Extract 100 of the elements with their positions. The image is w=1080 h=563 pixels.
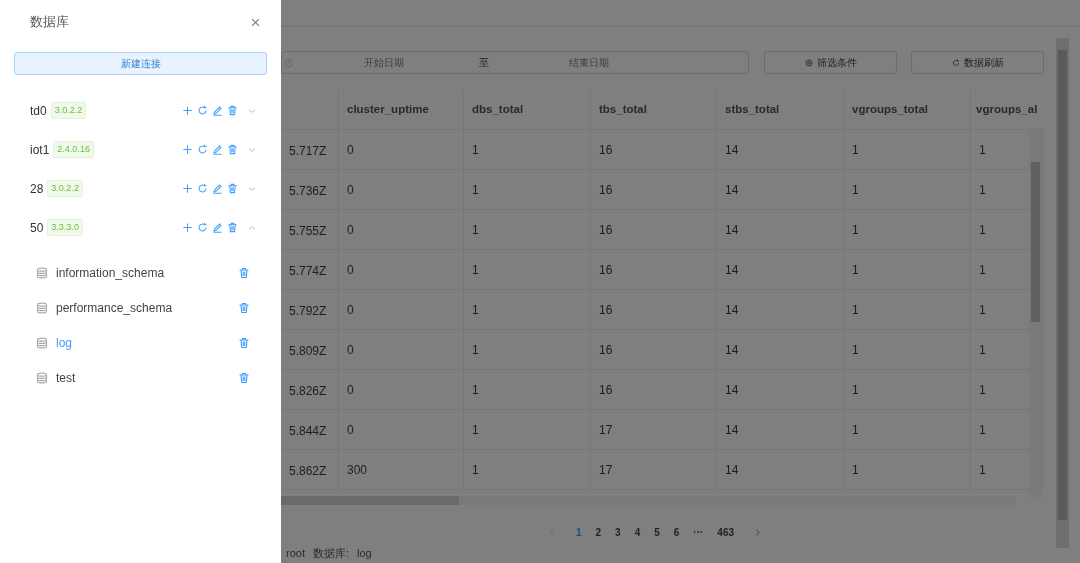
table-cell: 14 bbox=[717, 450, 844, 489]
database-label: 数据库: bbox=[312, 546, 350, 561]
database-name[interactable]: log bbox=[56, 333, 72, 352]
trash-icon[interactable] bbox=[227, 105, 238, 116]
table-cell: 1 bbox=[844, 170, 971, 209]
gear-icon bbox=[804, 58, 813, 67]
trash-icon[interactable] bbox=[227, 183, 238, 194]
table-cell: 14 bbox=[717, 370, 844, 409]
database-name[interactable]: performance_schema bbox=[56, 298, 173, 317]
database-icon bbox=[36, 336, 48, 349]
database-icon bbox=[36, 371, 48, 384]
table-cell: 0 bbox=[339, 370, 464, 409]
table-cell: 1 bbox=[464, 290, 591, 329]
add-icon[interactable] bbox=[182, 183, 193, 194]
drawer-title: 数据库 bbox=[29, 13, 69, 32]
table-cell: 0 bbox=[339, 330, 464, 369]
table-cell: 1 bbox=[464, 450, 591, 489]
trash-icon[interactable] bbox=[238, 301, 250, 314]
table-cell: 5.826Z bbox=[281, 370, 339, 409]
edit-icon[interactable] bbox=[212, 183, 223, 194]
column-header: dbs_total bbox=[464, 90, 591, 129]
close-icon[interactable] bbox=[250, 16, 261, 28]
table-cell: 0 bbox=[339, 130, 464, 169]
trash-icon[interactable] bbox=[238, 266, 250, 279]
table-cell: 0 bbox=[339, 290, 464, 329]
refresh-icon[interactable] bbox=[197, 105, 208, 116]
table-cell: 5.809Z bbox=[281, 330, 339, 369]
page-link[interactable]: 4 bbox=[627, 524, 648, 540]
trash-icon[interactable] bbox=[238, 371, 250, 384]
table-cell: 16 bbox=[591, 330, 717, 369]
table-cell: 1 bbox=[464, 250, 591, 289]
trash-icon[interactable] bbox=[238, 336, 250, 349]
table-cell: 1 bbox=[844, 450, 971, 489]
version-tag: 3.3.3.0 bbox=[47, 218, 83, 237]
connection-name[interactable]: 28 bbox=[30, 179, 44, 198]
table-cell: 14 bbox=[717, 170, 844, 209]
refresh-icon bbox=[951, 58, 960, 67]
version-tag: 2.4.0.16 bbox=[53, 140, 94, 159]
table-cell: 14 bbox=[717, 410, 844, 449]
page-scrollbar[interactable] bbox=[1056, 38, 1069, 548]
database-icon bbox=[36, 266, 48, 279]
table-cell: 1 bbox=[464, 170, 591, 209]
connection-name[interactable]: iot1 bbox=[30, 140, 50, 159]
next-page-icon[interactable] bbox=[753, 527, 763, 537]
table-cell: 1 bbox=[464, 130, 591, 169]
column-header: vgroups_total bbox=[844, 90, 971, 129]
separator: 至 bbox=[479, 56, 489, 70]
page-link[interactable]: 3 bbox=[608, 524, 628, 540]
table-cell: 1 bbox=[464, 410, 591, 449]
table-cell: 0 bbox=[339, 250, 464, 289]
page-link[interactable]: 1 bbox=[568, 524, 589, 540]
table-cell: 17 bbox=[591, 410, 717, 449]
add-icon[interactable] bbox=[182, 105, 193, 116]
column-header: stbs_total bbox=[717, 90, 844, 129]
table-cell: 5.774Z bbox=[281, 250, 339, 289]
edit-icon[interactable] bbox=[212, 144, 223, 155]
edit-icon[interactable] bbox=[212, 222, 223, 233]
table-cell: 1 bbox=[844, 210, 971, 249]
page-link[interactable]: 6 bbox=[666, 524, 687, 540]
table-cell: 5.862Z bbox=[281, 450, 339, 489]
database-icon bbox=[36, 301, 48, 314]
table-cell: 14 bbox=[717, 290, 844, 329]
table-cell: 0 bbox=[339, 210, 464, 249]
page-link[interactable]: 2 bbox=[588, 524, 609, 540]
database-name[interactable]: information_schema bbox=[56, 263, 165, 282]
refresh-icon[interactable] bbox=[197, 222, 208, 233]
table-cell: 1 bbox=[844, 370, 971, 409]
table-cell: 0 bbox=[339, 410, 464, 449]
table-cell: 1 bbox=[464, 330, 591, 369]
trash-icon[interactable] bbox=[227, 144, 238, 155]
page-link[interactable]: 463 bbox=[710, 524, 742, 540]
filter-button[interactable]: 筛选条件 bbox=[764, 51, 897, 74]
refresh-icon[interactable] bbox=[197, 144, 208, 155]
new-connection-button[interactable]: 新建连接 bbox=[14, 52, 267, 75]
add-icon[interactable] bbox=[182, 144, 193, 155]
version-tag: 3.0.2.2 bbox=[47, 179, 83, 198]
trash-icon[interactable] bbox=[227, 222, 238, 233]
refresh-icon[interactable] bbox=[197, 183, 208, 194]
edit-icon[interactable] bbox=[212, 105, 223, 116]
table-cell: 300 bbox=[339, 450, 464, 489]
add-icon[interactable] bbox=[182, 222, 193, 233]
table-cell: 16 bbox=[591, 250, 717, 289]
table-cell: 5.717Z bbox=[281, 130, 339, 169]
table-cell: 1 bbox=[464, 370, 591, 409]
table-cell: 1 bbox=[844, 130, 971, 169]
vertical-scrollbar[interactable] bbox=[1029, 130, 1042, 497]
connection-name[interactable]: 50 bbox=[30, 218, 44, 237]
page-link[interactable]: ··· bbox=[686, 524, 711, 540]
table-cell: 16 bbox=[591, 210, 717, 249]
table-cell: 1 bbox=[464, 210, 591, 249]
table-cell: 17 bbox=[591, 450, 717, 489]
column-header: tbs_total bbox=[591, 90, 717, 129]
refresh-button[interactable]: 数据刷新 bbox=[911, 51, 1044, 74]
database-name[interactable]: test bbox=[56, 368, 76, 387]
page-link[interactable]: 5 bbox=[647, 524, 667, 540]
connection-name[interactable]: td0 bbox=[30, 101, 47, 120]
table-cell: 14 bbox=[717, 330, 844, 369]
horizontal-scrollbar[interactable] bbox=[281, 496, 1016, 505]
table-cell: 5.844Z bbox=[281, 410, 339, 449]
table-cell: 0 bbox=[339, 170, 464, 209]
